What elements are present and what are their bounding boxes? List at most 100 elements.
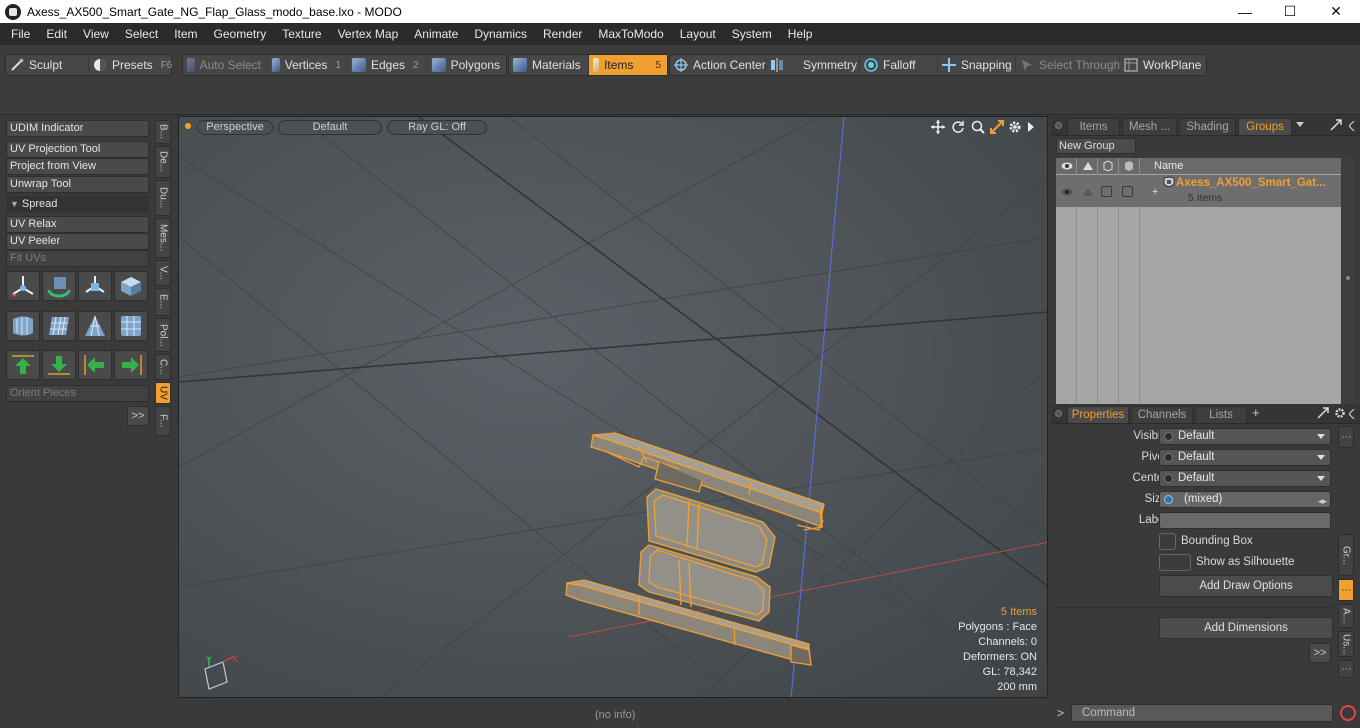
uv-rotate-tool-icon[interactable]: [42, 271, 76, 301]
groups-scrollbar[interactable]: [1342, 158, 1354, 414]
menu-dynamics[interactable]: Dynamics: [466, 23, 535, 45]
fit-view-icon[interactable]: [990, 120, 1004, 137]
action-center-button[interactable]: Action Center: [670, 55, 766, 75]
tab-mesh[interactable]: Mesh ...: [1122, 118, 1177, 135]
presets-button[interactable]: Presets F6: [89, 55, 172, 75]
menu-item[interactable]: Item: [166, 23, 205, 45]
uv-move-tool-icon[interactable]: [78, 271, 112, 301]
maximize-button[interactable]: ☐: [1267, 0, 1313, 23]
size-field[interactable]: (mixed) ◂▸: [1159, 491, 1331, 508]
zoom-view-icon[interactable]: [971, 120, 985, 137]
group-render-icon[interactable]: [1082, 186, 1094, 200]
orient-pieces-button[interactable]: Orient Pieces: [6, 385, 149, 402]
new-group-button[interactable]: New Group: [1056, 138, 1136, 154]
fit-uvs-button[interactable]: Fit UVs: [6, 250, 149, 267]
panel-maximize-icon[interactable]: [1330, 119, 1342, 134]
viewport-expand-arrow-icon[interactable]: [1027, 121, 1035, 136]
expand-group-icon[interactable]: +: [1152, 186, 1158, 198]
tab-vertex[interactable]: V...: [155, 260, 171, 286]
side-tab-active[interactable]: ⋮: [1338, 579, 1354, 601]
select-through-button[interactable]: Select Through: [1016, 55, 1120, 75]
uv-move-up-icon[interactable]: [6, 350, 40, 380]
menu-select[interactable]: Select: [117, 23, 166, 45]
uv-move-right-icon[interactable]: [114, 350, 148, 380]
tabs-dropdown-icon[interactable]: [1296, 122, 1304, 127]
properties-maximize-icon[interactable]: [1317, 407, 1329, 422]
menu-system[interactable]: System: [724, 23, 780, 45]
record-macro-icon[interactable]: [1340, 705, 1356, 721]
ray-gl-toggle[interactable]: Ray GL: Off: [387, 120, 487, 135]
snapping-button[interactable]: Snapping: [938, 55, 1016, 75]
uv-relax-button[interactable]: UV Relax: [6, 216, 149, 233]
menu-view[interactable]: View: [75, 23, 117, 45]
tab-basic[interactable]: B...: [155, 120, 171, 144]
side-tab-groups[interactable]: Gr...: [1338, 534, 1354, 576]
side-tab-more[interactable]: ⋮: [1338, 660, 1354, 678]
shading-mode-dropdown[interactable]: Default: [278, 120, 382, 135]
uv-sphere-project-icon[interactable]: [114, 311, 148, 341]
pivot-dropdown[interactable]: Default: [1159, 449, 1331, 466]
pan-view-icon[interactable]: [931, 120, 945, 137]
properties-menu-dot-icon[interactable]: [1055, 410, 1062, 417]
workplane-button[interactable]: WorkPlane: [1120, 55, 1206, 75]
symmetry-button[interactable]: Symmetry: [766, 55, 860, 75]
tab-mesh-edit[interactable]: Mes...: [155, 218, 171, 258]
uv-projection-tool-button[interactable]: UV Projection Tool: [6, 141, 149, 158]
uv-cylinder-project-icon[interactable]: [6, 311, 40, 341]
uv-transform-tool-icon[interactable]: [6, 271, 40, 301]
menu-maxtomodo[interactable]: MaxToModo: [590, 23, 671, 45]
menu-help[interactable]: Help: [780, 23, 821, 45]
falloff-button[interactable]: Falloff: [860, 55, 938, 75]
visible-dropdown[interactable]: Default: [1159, 428, 1331, 445]
select-column-icon[interactable]: [1123, 160, 1135, 175]
unwrap-tool-button[interactable]: Unwrap Tool: [6, 176, 149, 193]
tab-shading[interactable]: Shading: [1179, 118, 1236, 135]
tab-edge[interactable]: E...: [155, 288, 171, 316]
tab-curve[interactable]: C...: [155, 354, 171, 380]
side-tab-user[interactable]: Us...: [1338, 631, 1354, 657]
group-visibility-eye-icon[interactable]: [1061, 186, 1073, 200]
tab-fusion[interactable]: F...: [155, 406, 171, 436]
add-tab-button[interactable]: +: [1252, 405, 1260, 420]
uv-move-left-icon[interactable]: [78, 350, 112, 380]
viewport-menu-dot-icon[interactable]: [185, 123, 191, 129]
panel-menu-dot-icon[interactable]: [1055, 122, 1062, 129]
panel-collapse-icon[interactable]: [1348, 120, 1355, 134]
spread-section[interactable]: ▼ Spread: [6, 196, 149, 213]
bounding-box-checkbox[interactable]: [1159, 533, 1176, 550]
tab-properties[interactable]: Properties: [1067, 406, 1129, 423]
viewport-settings-gear-icon[interactable]: [1008, 120, 1022, 137]
scrollbar-thumb[interactable]: [1346, 276, 1350, 280]
visibility-column-eye-icon[interactable]: [1061, 160, 1073, 175]
more-tools-button[interactable]: >>: [127, 406, 149, 426]
menu-geometry[interactable]: Geometry: [206, 23, 275, 45]
tab-groups[interactable]: Groups: [1238, 118, 1292, 135]
uv-box-project-icon[interactable]: [114, 271, 148, 301]
properties-more-button[interactable]: >>: [1309, 643, 1331, 663]
size-stepper-icon[interactable]: ◂▸: [1318, 494, 1327, 509]
group-select-checkbox[interactable]: [1122, 186, 1133, 197]
polygons-button[interactable]: Polygons: [428, 55, 506, 75]
properties-gear-icon[interactable]: [1334, 407, 1346, 422]
tab-lists[interactable]: Lists: [1195, 406, 1247, 423]
items-button[interactable]: Items 5: [589, 55, 667, 75]
tab-polygon[interactable]: Pol...: [155, 318, 171, 352]
materials-button[interactable]: Materials: [509, 55, 589, 75]
add-draw-options-button[interactable]: Add Draw Options: [1159, 575, 1333, 597]
show-silhouette-toggle[interactable]: [1159, 554, 1191, 571]
uv-move-down-icon[interactable]: [42, 350, 76, 380]
udim-indicator-button[interactable]: UDIM Indicator: [6, 120, 149, 137]
menu-layout[interactable]: Layout: [672, 23, 724, 45]
auto-select-button[interactable]: Auto Select: [183, 55, 268, 75]
side-tab-dots[interactable]: ⋮: [1338, 426, 1354, 448]
lock-column-icon[interactable]: [1102, 160, 1114, 175]
sculpt-button[interactable]: Sculpt: [6, 55, 89, 75]
tab-channels[interactable]: Channels: [1131, 406, 1193, 423]
uv-planar-project-icon[interactable]: [42, 311, 76, 341]
menu-texture[interactable]: Texture: [274, 23, 329, 45]
tab-items[interactable]: Items: [1067, 118, 1120, 135]
vertices-button[interactable]: Vertices 1: [268, 55, 348, 75]
group-lock-checkbox[interactable]: [1101, 186, 1112, 197]
menu-file[interactable]: File: [3, 23, 38, 45]
menu-animate[interactable]: Animate: [406, 23, 466, 45]
